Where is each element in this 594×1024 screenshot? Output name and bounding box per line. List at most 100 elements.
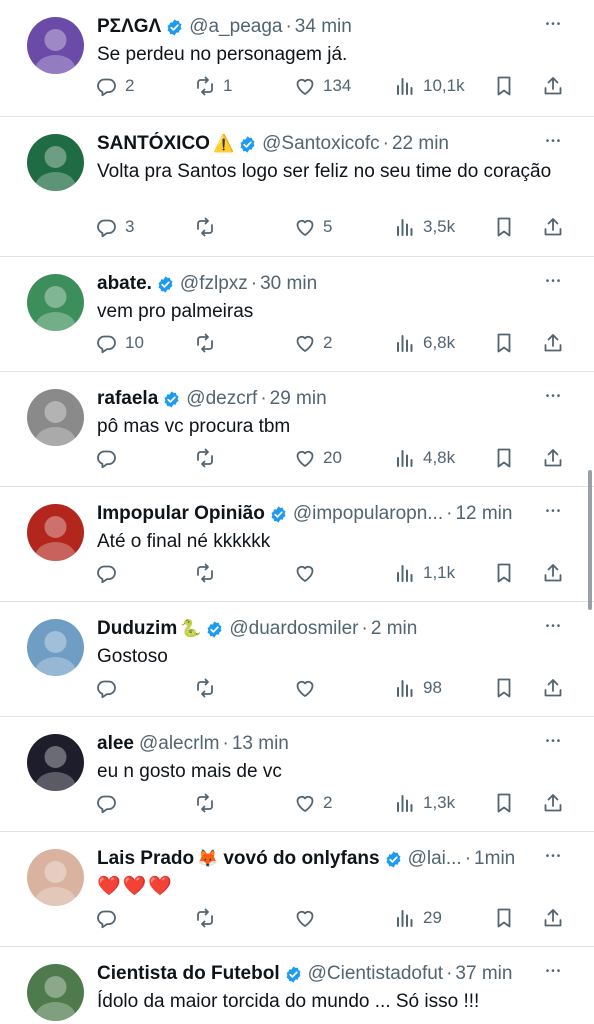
- author-name[interactable]: Lais Prado: [97, 847, 194, 871]
- timestamp[interactable]: 29 min: [270, 387, 327, 411]
- reply-button[interactable]: 10: [95, 329, 144, 357]
- author-handle[interactable]: @Cientistadofut: [308, 962, 443, 986]
- reply-tweet[interactable]: abate. @fzlpxz · 30 min ••• vem pro palmeiras…: [0, 257, 594, 372]
- author-handle[interactable]: @dezcrf: [186, 387, 257, 411]
- more-options-icon[interactable]: •••: [542, 964, 566, 988]
- avatar[interactable]: [27, 274, 84, 331]
- more-options-icon[interactable]: •••: [542, 849, 566, 873]
- reply-button[interactable]: [95, 789, 125, 817]
- retweet-button[interactable]: [193, 789, 223, 817]
- like-button[interactable]: 134: [293, 72, 351, 100]
- reply-button[interactable]: [95, 904, 125, 932]
- author-handle[interactable]: @a_peaga: [189, 15, 282, 39]
- author-name[interactable]: Impopular Opinião: [97, 502, 265, 526]
- retweet-button[interactable]: [193, 329, 223, 357]
- reply-tweet[interactable]: ΡΣΛGΛ @a_peaga · 34 min ••• Se perdeu no pers…: [0, 0, 594, 117]
- views-button[interactable]: 3,5k: [393, 213, 455, 241]
- reply-button[interactable]: 2: [95, 72, 134, 100]
- views-button[interactable]: 1,3k: [393, 789, 455, 817]
- bookmark-button[interactable]: [492, 674, 516, 702]
- author-name[interactable]: ΡΣΛGΛ: [97, 15, 161, 39]
- author-name[interactable]: abate.: [97, 272, 152, 296]
- author-handle[interactable]: @Santoxicofc: [262, 132, 380, 156]
- more-options-icon[interactable]: •••: [542, 134, 566, 158]
- reply-tweet[interactable]: Cientista do Futebol @Cientistadofut · 37 m…: [0, 947, 594, 1024]
- author-name-suffix[interactable]: vovó do onlyfans: [223, 847, 379, 871]
- more-options-icon[interactable]: •••: [542, 17, 566, 41]
- more-options-icon[interactable]: •••: [542, 274, 566, 298]
- share-button[interactable]: [541, 789, 565, 817]
- share-button[interactable]: [541, 559, 565, 587]
- avatar[interactable]: [27, 849, 84, 906]
- like-button[interactable]: 20: [293, 444, 342, 472]
- like-button[interactable]: 2: [293, 329, 332, 357]
- retweet-button[interactable]: [193, 213, 223, 241]
- share-button[interactable]: [541, 444, 565, 472]
- avatar[interactable]: [27, 134, 84, 191]
- reply-tweet[interactable]: Lais Prado 🦊 vovó do onlyfans @lai... · 1min •…: [0, 832, 594, 947]
- views-button[interactable]: 1,1k: [393, 559, 455, 587]
- bookmark-button[interactable]: [492, 329, 516, 357]
- scrollbar[interactable]: [588, 470, 592, 610]
- avatar[interactable]: [27, 504, 84, 561]
- more-options-icon[interactable]: •••: [542, 734, 566, 758]
- avatar[interactable]: [27, 389, 84, 446]
- bookmark-button[interactable]: [492, 789, 516, 817]
- author-handle[interactable]: @fzlpxz: [180, 272, 248, 296]
- reply-tweet[interactable]: Impopular Opinião @impopularopn... · 12 min…: [0, 487, 594, 602]
- share-button[interactable]: [541, 72, 565, 100]
- bookmark-button[interactable]: [492, 444, 516, 472]
- like-button[interactable]: [293, 674, 323, 702]
- reply-tweet[interactable]: alee @alecrlm · 13 min ••• eu n gosto mais de…: [0, 717, 594, 832]
- like-button[interactable]: [293, 904, 323, 932]
- retweet-button[interactable]: [193, 674, 223, 702]
- reply-tweet[interactable]: rafaela @dezcrf · 29 min ••• pô mas vc procur…: [0, 372, 594, 487]
- timestamp[interactable]: 37 min: [455, 962, 512, 986]
- views-button[interactable]: 29: [393, 904, 442, 932]
- author-handle[interactable]: @duardosmiler: [229, 617, 358, 641]
- reply-button[interactable]: [95, 674, 125, 702]
- retweet-button[interactable]: [193, 904, 223, 932]
- avatar[interactable]: [27, 734, 84, 791]
- avatar[interactable]: [27, 964, 84, 1021]
- like-button[interactable]: 5: [293, 213, 332, 241]
- share-button[interactable]: [541, 904, 565, 932]
- author-name[interactable]: SANTÓXICO: [97, 132, 210, 156]
- bookmark-button[interactable]: [492, 559, 516, 587]
- timestamp[interactable]: 13 min: [232, 732, 289, 756]
- avatar[interactable]: [27, 619, 84, 676]
- retweet-button[interactable]: [193, 559, 223, 587]
- timestamp[interactable]: 22 min: [392, 132, 449, 156]
- reply-button[interactable]: [95, 444, 125, 472]
- timestamp[interactable]: 2 min: [371, 617, 417, 641]
- timestamp[interactable]: 30 min: [260, 272, 317, 296]
- views-button[interactable]: 98: [393, 674, 442, 702]
- timestamp[interactable]: 34 min: [295, 15, 352, 39]
- reply-button[interactable]: 3: [95, 213, 134, 241]
- author-handle[interactable]: @impopularopn...: [293, 502, 443, 526]
- more-options-icon[interactable]: •••: [542, 504, 566, 528]
- views-button[interactable]: 10,1k: [393, 72, 465, 100]
- timestamp[interactable]: 12 min: [455, 502, 512, 526]
- bookmark-button[interactable]: [492, 72, 516, 100]
- bookmark-button[interactable]: [492, 904, 516, 932]
- reply-button[interactable]: [95, 559, 125, 587]
- views-button[interactable]: 6,8k: [393, 329, 455, 357]
- share-button[interactable]: [541, 674, 565, 702]
- avatar[interactable]: [27, 17, 84, 74]
- author-handle[interactable]: @alecrlm: [139, 732, 220, 756]
- author-name[interactable]: alee: [97, 732, 134, 756]
- reply-tweet[interactable]: Duduzim 🐍 @duardosmiler · 2 min ••• Gostoso 98: [0, 602, 594, 717]
- author-name[interactable]: rafaela: [97, 387, 158, 411]
- views-button[interactable]: 4,8k: [393, 444, 455, 472]
- reply-tweet[interactable]: SANTÓXICO ⚠️ @Santoxicofc · 22 min ••• Volta p…: [0, 117, 594, 257]
- share-button[interactable]: [541, 329, 565, 357]
- more-options-icon[interactable]: •••: [542, 389, 566, 413]
- like-button[interactable]: [293, 559, 323, 587]
- like-button[interactable]: 2: [293, 789, 332, 817]
- author-handle[interactable]: @lai...: [408, 847, 462, 871]
- more-options-icon[interactable]: •••: [542, 619, 566, 643]
- share-button[interactable]: [541, 213, 565, 241]
- author-name[interactable]: Cientista do Futebol: [97, 962, 280, 986]
- bookmark-button[interactable]: [492, 213, 516, 241]
